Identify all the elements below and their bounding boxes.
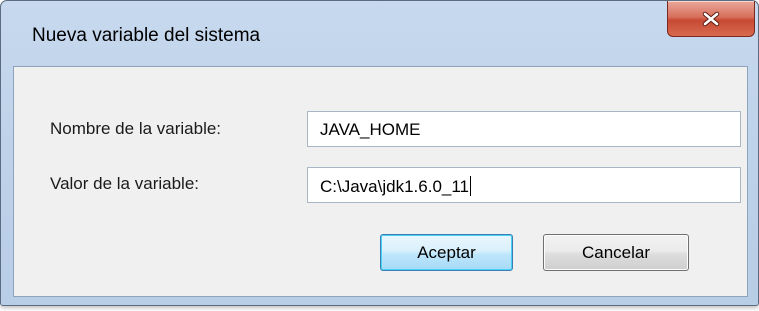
close-button[interactable] — [667, 1, 755, 37]
variable-name-field[interactable]: JAVA_HOME — [307, 111, 741, 147]
variable-name-label: Nombre de la variable: — [50, 119, 222, 138]
title-bar[interactable]: Nueva variable del sistema — [1, 1, 758, 65]
variable-value-field[interactable]: C:\Java\jdk1.6.0_11 — [307, 167, 741, 203]
window-title: Nueva variable del sistema — [32, 25, 261, 46]
cancel-button[interactable]: Cancelar — [543, 234, 689, 271]
variable-value-label: Valor de la variable: — [50, 174, 199, 193]
dialog-window: Nueva variable del sistema Nombre de la … — [0, 0, 759, 306]
text-caret — [470, 176, 471, 196]
close-icon — [701, 11, 721, 27]
variable-name-value: JAVA_HOME — [320, 120, 421, 139]
variable-value-text: C:\Java\jdk1.6.0_11 — [320, 177, 469, 196]
dialog-content: Nombre de la variable: JAVA_HOME Valor d… — [13, 66, 748, 297]
accept-button[interactable]: Aceptar — [380, 234, 513, 271]
